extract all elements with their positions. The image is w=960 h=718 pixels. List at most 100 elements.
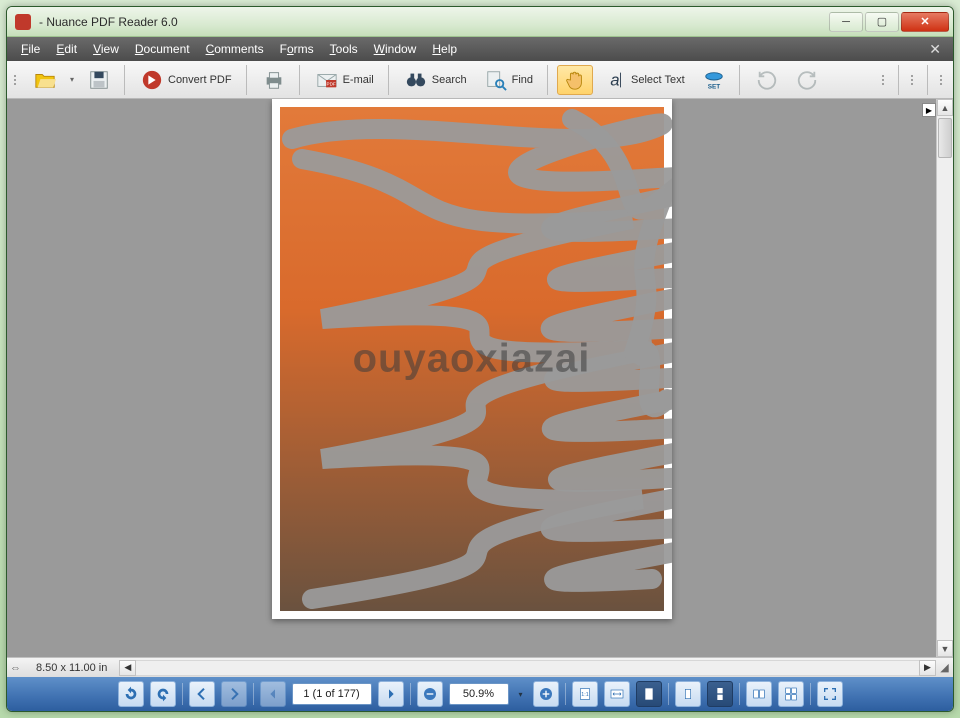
select-text-label: Select Text	[631, 74, 685, 86]
folder-open-icon	[34, 69, 56, 91]
open-dropdown[interactable]: ▾	[67, 75, 77, 84]
zoom-level-field[interactable]: 50.9%	[449, 683, 509, 705]
redo-button[interactable]	[789, 65, 825, 95]
scroll-thumb[interactable]	[938, 118, 952, 158]
hscroll-track[interactable]	[136, 660, 919, 676]
scroll-track[interactable]	[937, 116, 953, 640]
titlebar: - Nuance PDF Reader 6.0 ─ ▢ ✕	[7, 7, 953, 37]
document-viewport[interactable]: ouyaoxiazai	[7, 99, 936, 657]
search-button[interactable]: Search	[398, 65, 474, 95]
email-button[interactable]: PDF E-mail	[309, 65, 381, 95]
svg-text:PDF: PDF	[326, 81, 335, 86]
facing-icon	[751, 686, 767, 702]
undo-button[interactable]	[749, 65, 785, 95]
app-icon	[15, 14, 31, 30]
facing-button[interactable]	[746, 681, 772, 707]
panel-flyout-button[interactable]: ▶	[922, 103, 936, 117]
page-number-field[interactable]: 1 (1 of 177)	[292, 683, 372, 705]
redo-icon	[796, 69, 818, 91]
fit-actual-icon: 1:1	[577, 686, 593, 702]
arrow-left-icon	[194, 686, 210, 702]
binoculars-icon	[405, 69, 427, 91]
menu-edit[interactable]: Edit	[48, 39, 85, 59]
email-pdf-icon: PDF	[316, 69, 338, 91]
document-close-button[interactable]: ✕	[923, 41, 947, 58]
menu-file[interactable]: File	[13, 39, 48, 59]
toolbar-grip[interactable]	[14, 65, 20, 95]
scroll-left-button[interactable]: ◀	[119, 660, 136, 676]
resize-handle-icon[interactable]: ⇔	[7, 662, 24, 674]
app-window: - Nuance PDF Reader 6.0 ─ ▢ ✕ File Edit …	[6, 6, 954, 712]
resize-grip[interactable]: ◢	[936, 661, 953, 674]
window-controls: ─ ▢ ✕	[827, 12, 949, 32]
single-page-icon	[680, 686, 696, 702]
fit-page-button[interactable]	[636, 681, 662, 707]
set-button[interactable]: SET	[696, 65, 732, 95]
select-text-button[interactable]: a Select Text	[597, 65, 692, 95]
fullscreen-button[interactable]	[817, 681, 843, 707]
menu-help[interactable]: Help	[424, 39, 465, 59]
nav-back-button[interactable]	[189, 681, 215, 707]
menu-comments[interactable]: Comments	[198, 39, 272, 59]
continuous-facing-icon	[783, 686, 799, 702]
save-button[interactable]	[81, 65, 117, 95]
close-button[interactable]: ✕	[901, 12, 949, 32]
window-title: - Nuance PDF Reader 6.0	[39, 15, 178, 29]
menu-document[interactable]: Document	[127, 39, 198, 59]
rotate-cw-button[interactable]	[150, 681, 176, 707]
statusbar: ⇔ 8.50 x 11.00 in ◀ ▶ ◢	[7, 657, 953, 677]
toolbar-grip-right-2[interactable]	[911, 65, 917, 95]
find-icon	[485, 69, 507, 91]
rotate-ccw-button[interactable]	[118, 681, 144, 707]
toolbar-grip-right-3[interactable]	[940, 65, 946, 95]
svg-text:1:1: 1:1	[581, 692, 588, 698]
continuous-facing-button[interactable]	[778, 681, 804, 707]
horizontal-scrollbar[interactable]: ◀ ▶	[119, 658, 936, 677]
rotate-cw-icon	[155, 686, 171, 702]
page-dimensions: 8.50 x 11.00 in	[24, 662, 119, 674]
print-button[interactable]	[256, 65, 292, 95]
search-label: Search	[432, 74, 467, 86]
toolbar: ▾ Convert PDF PDF E-mail	[7, 61, 953, 99]
hand-icon	[564, 69, 586, 91]
continuous-button[interactable]	[707, 681, 733, 707]
fullscreen-icon	[822, 686, 838, 702]
menubar: File Edit View Document Comments Forms T…	[7, 37, 953, 61]
zoom-in-button[interactable]	[533, 681, 559, 707]
menu-forms[interactable]: Forms	[272, 39, 322, 59]
printer-icon	[263, 69, 285, 91]
menu-tools[interactable]: Tools	[322, 39, 366, 59]
convert-pdf-button[interactable]: Convert PDF	[134, 65, 239, 95]
menu-window[interactable]: Window	[366, 39, 425, 59]
toolbar-grip-right-1[interactable]	[882, 65, 888, 95]
vertical-scrollbar[interactable]: ▲ ▼	[936, 99, 953, 657]
scroll-up-button[interactable]: ▲	[937, 99, 953, 116]
find-label: Find	[512, 74, 533, 86]
scroll-down-button[interactable]: ▼	[937, 640, 953, 657]
chevron-left-icon	[265, 686, 281, 702]
zoom-out-icon	[422, 686, 438, 702]
minimize-button[interactable]: ─	[829, 12, 863, 32]
fit-width-icon	[609, 686, 625, 702]
zoom-out-button[interactable]	[417, 681, 443, 707]
select-text-icon: a	[604, 69, 626, 91]
continuous-icon	[712, 686, 728, 702]
zoom-in-icon	[538, 686, 554, 702]
find-button[interactable]: Find	[478, 65, 540, 95]
fit-width-button[interactable]	[604, 681, 630, 707]
hand-tool-button[interactable]	[557, 65, 593, 95]
prev-page-button[interactable]	[260, 681, 286, 707]
convert-pdf-icon	[141, 69, 163, 91]
save-icon	[88, 69, 110, 91]
fit-actual-button[interactable]: 1:1	[572, 681, 598, 707]
next-page-button[interactable]	[378, 681, 404, 707]
nav-forward-button[interactable]	[221, 681, 247, 707]
menu-view[interactable]: View	[85, 39, 127, 59]
scroll-right-button[interactable]: ▶	[919, 660, 936, 676]
rotate-ccw-icon	[123, 686, 139, 702]
maximize-button[interactable]: ▢	[865, 12, 899, 32]
content-area: ouyaoxiazai ▶ ▲ ▼	[7, 99, 953, 657]
open-button[interactable]	[27, 65, 63, 95]
single-page-button[interactable]	[675, 681, 701, 707]
zoom-dropdown[interactable]: ▾	[515, 690, 527, 699]
